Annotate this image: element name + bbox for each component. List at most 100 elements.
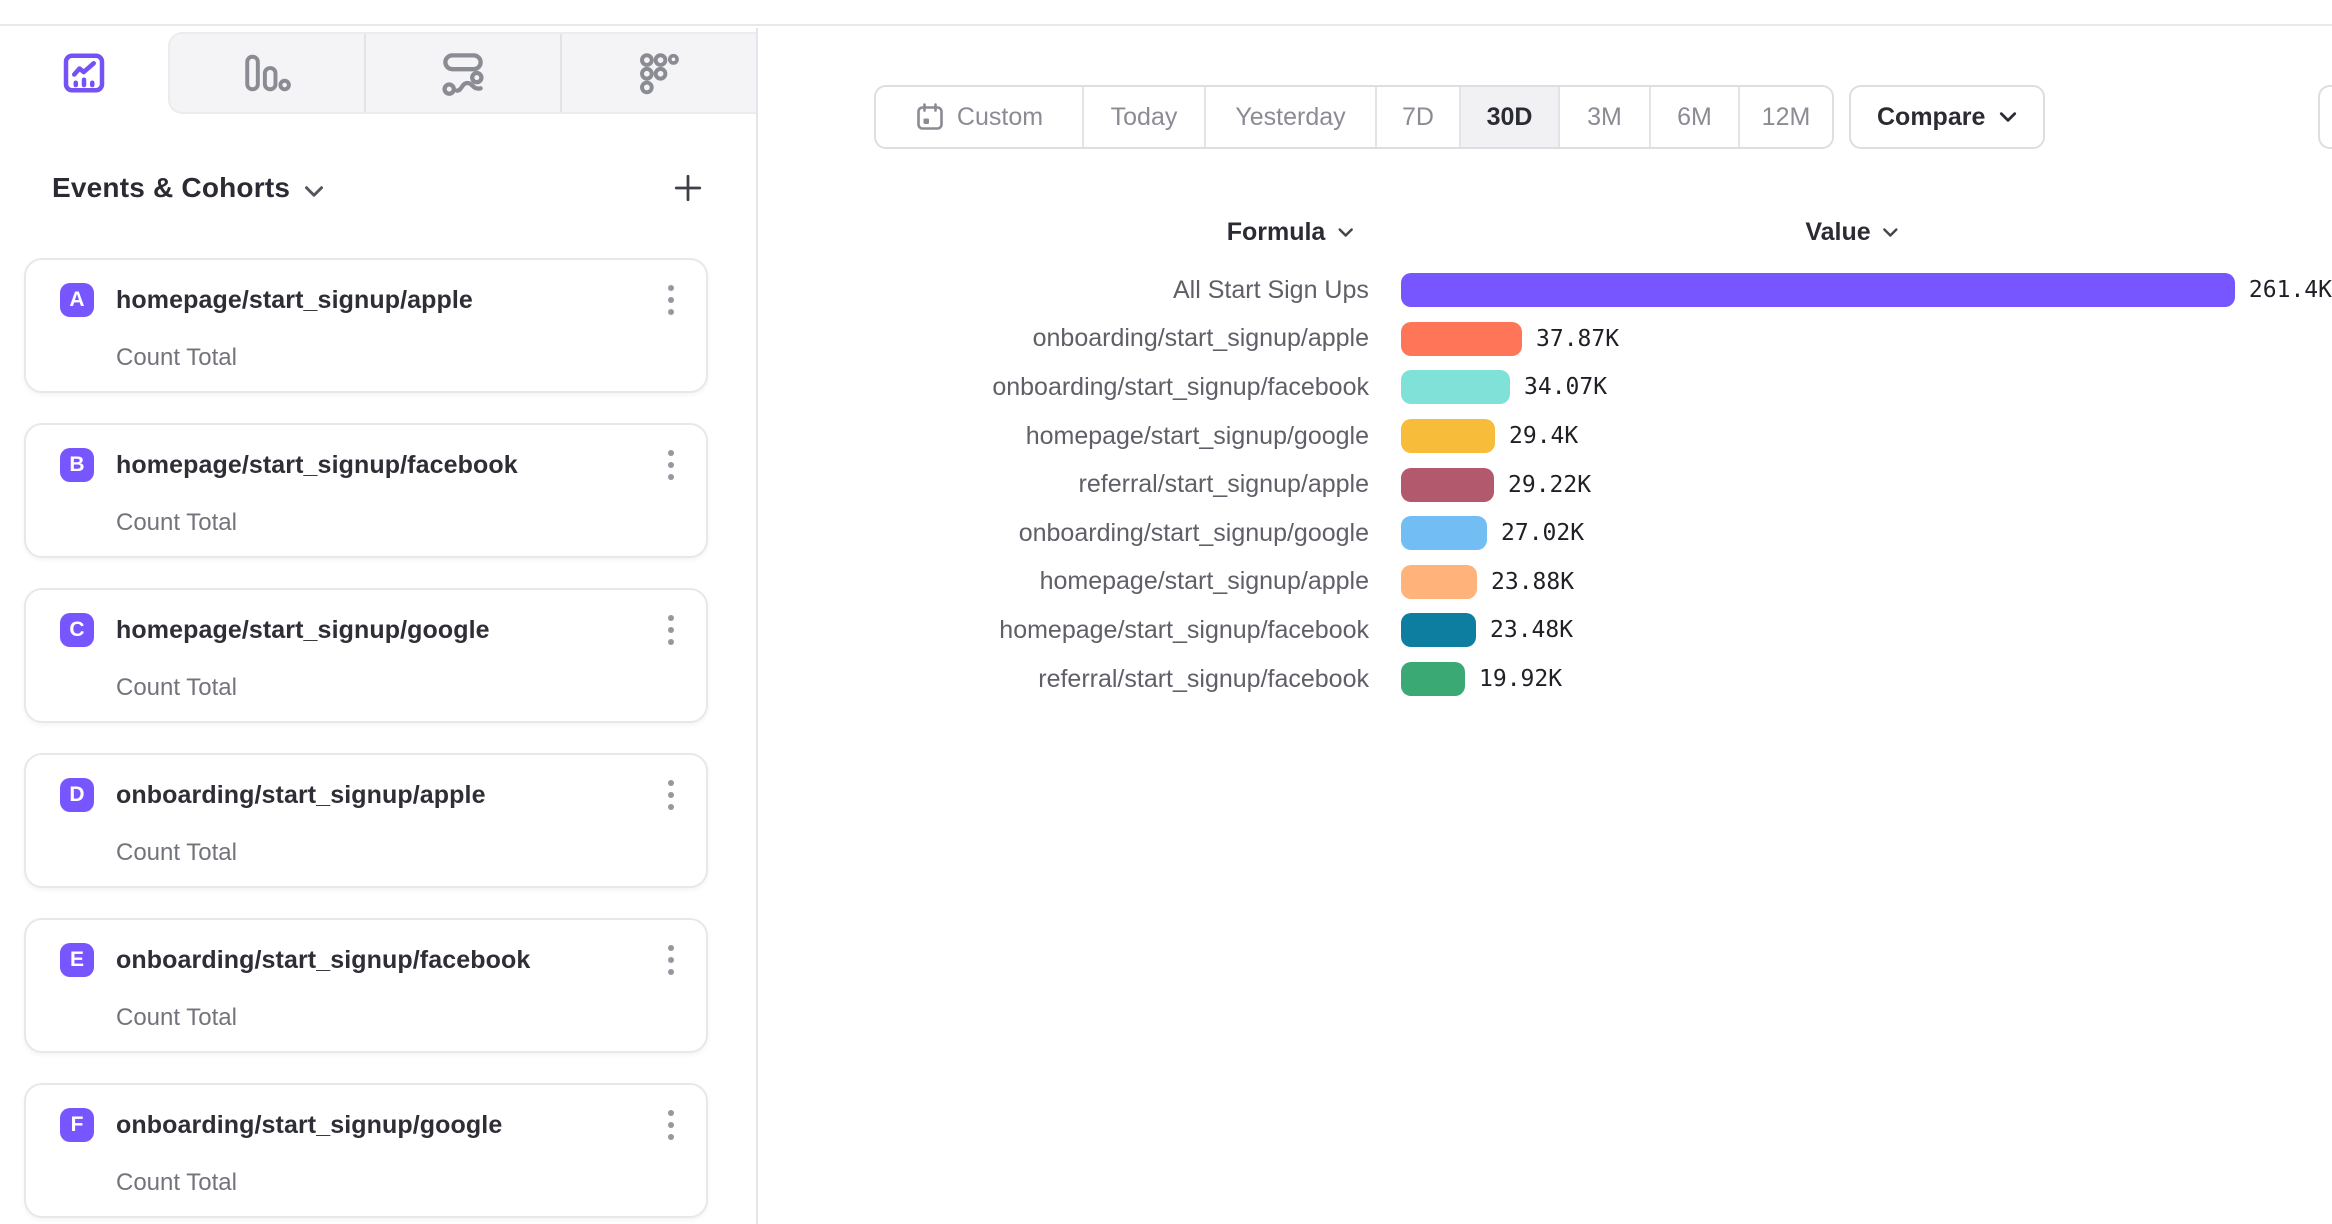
event-measure[interactable]: Count Total [116, 1169, 680, 1197]
plus-icon [672, 172, 704, 204]
flows-icon [440, 50, 486, 96]
bar[interactable] [1401, 516, 1487, 550]
event-card-f[interactable]: F onboarding/start_signup/google Count T… [24, 1083, 708, 1218]
event-card-e[interactable]: E onboarding/start_signup/facebook Count… [24, 918, 708, 1053]
bar[interactable] [1401, 273, 2235, 307]
event-name[interactable]: onboarding/start_signup/facebook [116, 946, 530, 975]
bar-label[interactable]: All Start Sign Ups [760, 276, 1369, 305]
bar-label[interactable]: onboarding/start_signup/google [760, 519, 1369, 548]
date-range-yesterday[interactable]: Yesterday [1204, 87, 1375, 147]
events-cohorts-title[interactable]: Events & Cohorts [52, 172, 290, 204]
event-card-a[interactable]: A homepage/start_signup/apple Count Tota… [24, 258, 708, 393]
event-card-list: A homepage/start_signup/apple Count Tota… [24, 258, 708, 1218]
chevron-down-icon [1999, 111, 2017, 123]
horizontal-bar-chart: All Start Sign Ups 261.4K onboarding/sta… [760, 266, 2332, 703]
event-measure[interactable]: Count Total [116, 509, 680, 537]
event-letter-badge: B [60, 448, 94, 482]
date-range-12m[interactable]: 12M [1738, 87, 1832, 147]
date-range-7d[interactable]: 7D [1375, 87, 1459, 147]
chart-row: referral/start_signup/apple 29.22K [760, 460, 2332, 509]
bar-label[interactable]: referral/start_signup/facebook [760, 665, 1369, 694]
bar[interactable] [1401, 565, 1477, 599]
kebab-menu-icon[interactable] [662, 609, 680, 651]
query-builder-sidebar: Events & Cohorts A homepage/start_signup… [0, 28, 758, 1224]
date-range-control: Custom Today Yesterday 7D 30D 3M 6M 12M [874, 85, 1834, 149]
bar-value: 261.4K [2249, 277, 2332, 303]
chart-row: homepage/start_signup/facebook 23.48K [760, 606, 2332, 655]
event-name[interactable]: homepage/start_signup/google [116, 616, 490, 645]
kebab-menu-icon[interactable] [662, 939, 680, 981]
kebab-menu-icon[interactable] [662, 1104, 680, 1146]
bar-label[interactable]: homepage/start_signup/google [760, 422, 1369, 451]
chart-row: onboarding/start_signup/apple 37.87K [760, 315, 2332, 364]
event-measure[interactable]: Count Total [116, 344, 680, 372]
calendar-icon [915, 102, 945, 132]
event-name[interactable]: onboarding/start_signup/apple [116, 781, 486, 810]
date-range-custom[interactable]: Custom [876, 87, 1082, 147]
event-letter-badge: D [60, 778, 94, 812]
event-name[interactable]: onboarding/start_signup/google [116, 1111, 502, 1140]
date-range-today[interactable]: Today [1082, 87, 1204, 147]
events-cohorts-header: Events & Cohorts [52, 168, 708, 208]
event-letter-badge: C [60, 613, 94, 647]
chart-row: onboarding/start_signup/facebook 34.07K [760, 363, 2332, 412]
kebab-menu-icon[interactable] [662, 279, 680, 321]
bar-value: 23.88K [1491, 569, 1574, 595]
bar-value: 29.22K [1508, 472, 1591, 498]
chevron-down-icon [1883, 227, 1899, 238]
chart-row: onboarding/start_signup/google 27.02K [760, 509, 2332, 558]
bar[interactable] [1401, 419, 1495, 453]
funnel-bars-icon [243, 52, 291, 94]
bar-label[interactable]: homepage/start_signup/apple [760, 567, 1369, 596]
value-column-header[interactable]: Value [1805, 218, 1898, 247]
bar-label[interactable]: homepage/start_signup/facebook [760, 616, 1369, 645]
bar[interactable] [1401, 322, 1522, 356]
chart-row: homepage/start_signup/google 29.4K [760, 412, 2332, 461]
bar-value: 34.07K [1524, 374, 1607, 400]
event-letter-badge: F [60, 1108, 94, 1142]
bar-value: 27.02K [1501, 520, 1584, 546]
add-event-button[interactable] [668, 168, 708, 208]
event-measure[interactable]: Count Total [116, 1004, 680, 1032]
event-card-d[interactable]: D onboarding/start_signup/apple Count To… [24, 753, 708, 888]
bar[interactable] [1401, 613, 1476, 647]
tab-retention[interactable] [560, 34, 756, 112]
bar-value: 23.48K [1490, 617, 1573, 643]
event-letter-badge: E [60, 943, 94, 977]
compare-button[interactable]: Compare [1849, 85, 2045, 149]
inactive-tabs-group [168, 32, 756, 114]
event-name[interactable]: homepage/start_signup/facebook [116, 451, 518, 480]
tab-flows[interactable] [364, 34, 560, 112]
chevron-down-icon [304, 185, 324, 198]
bar-value: 19.92K [1479, 666, 1562, 692]
report-type-tabbar [0, 28, 756, 114]
date-range-3m[interactable]: 3M [1558, 87, 1649, 147]
formula-column-header[interactable]: Formula [1227, 218, 1354, 247]
bar-label[interactable]: onboarding/start_signup/facebook [760, 373, 1369, 402]
date-range-6m[interactable]: 6M [1649, 87, 1738, 147]
kebab-menu-icon[interactable] [662, 774, 680, 816]
event-measure[interactable]: Count Total [116, 674, 680, 702]
bar[interactable] [1401, 468, 1494, 502]
top-chrome-strip [0, 0, 2332, 26]
bar[interactable] [1401, 662, 1465, 696]
report-main-area: Custom Today Yesterday 7D 30D 3M 6M 12M … [760, 28, 2332, 1224]
bar-label[interactable]: onboarding/start_signup/apple [760, 324, 1369, 353]
event-letter-badge: A [60, 283, 94, 317]
bar-value: 37.87K [1536, 326, 1619, 352]
tab-funnels[interactable] [170, 34, 364, 112]
event-card-b[interactable]: B homepage/start_signup/facebook Count T… [24, 423, 708, 558]
date-range-30d[interactable]: 30D [1459, 87, 1558, 147]
event-measure[interactable]: Count Total [116, 839, 680, 867]
chevron-down-icon [1337, 227, 1353, 238]
event-card-c[interactable]: C homepage/start_signup/google Count Tot… [24, 588, 708, 723]
truncated-right-button[interactable] [2318, 85, 2332, 149]
chart-row: All Start Sign Ups 261.4K [760, 266, 2332, 315]
tab-insights[interactable] [0, 32, 168, 114]
event-name[interactable]: homepage/start_signup/apple [116, 286, 473, 315]
bar-label[interactable]: referral/start_signup/apple [760, 470, 1369, 499]
kebab-menu-icon[interactable] [662, 444, 680, 486]
bar[interactable] [1401, 370, 1510, 404]
chart-row: referral/start_signup/facebook 19.92K [760, 655, 2332, 704]
chart-row: homepage/start_signup/apple 23.88K [760, 558, 2332, 607]
